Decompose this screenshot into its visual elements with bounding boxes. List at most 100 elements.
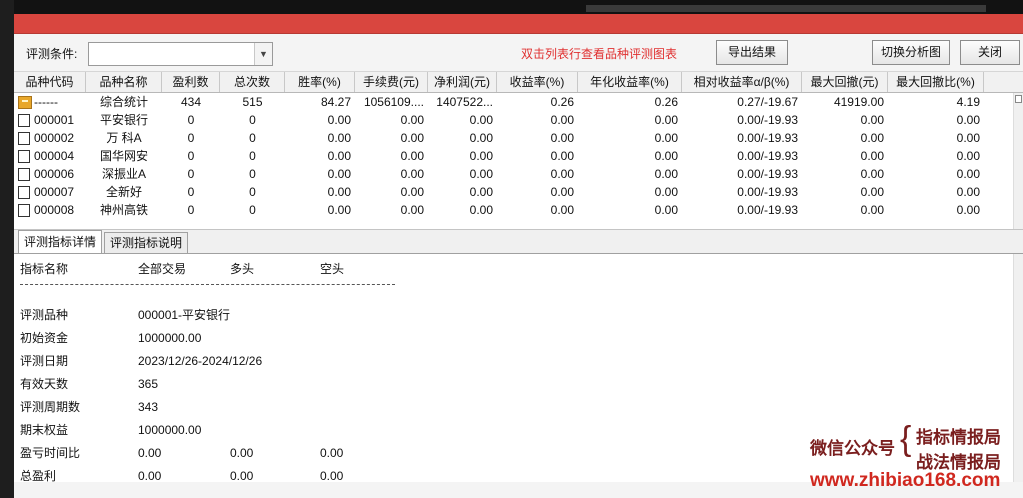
table-row[interactable]: 000008 神州高铁 0 0 0.00 0.00 0.00 0.00 0.00 0.00/-19… (14, 201, 1023, 219)
stock-code-cell: 000008 (14, 201, 86, 219)
column-header[interactable]: 相对收益率α/β(%) (682, 72, 802, 92)
detail-label: 盈亏时间比 (20, 446, 81, 460)
table-cell-net: 0.00 (469, 185, 493, 199)
document-icon (18, 185, 30, 199)
table-row[interactable]: 000004 国华网安 0 0 0.00 0.00 0.00 0.00 0.00 0.00/-19… (14, 147, 1023, 165)
table-row[interactable]: 000007 全新好 0 0 0.00 0.00 0.00 0.00 0.00 0.00/-19.… (14, 183, 1023, 201)
table-cell-win: 434 (180, 95, 202, 109)
column-header[interactable]: 最大回撤(元) (802, 72, 888, 92)
detail-label: 评测品种 (20, 308, 69, 322)
document-icon (18, 203, 30, 217)
table-cell-rel: 0.00/-19.93 (737, 167, 798, 181)
column-header[interactable]: 年化收益率(%) (578, 72, 682, 92)
watermark-url: www.zhibiao168.com (810, 470, 1001, 491)
table-cell-rel: 0.27/-19.67 (737, 95, 798, 109)
table-cell-total: 0 (249, 185, 256, 199)
left-dark-edge (0, 0, 14, 498)
detail-label: 总盈利 (20, 469, 57, 482)
table-cell-ret: 0.00 (550, 113, 574, 127)
column-header[interactable]: 净利润(元) (428, 72, 497, 92)
detail-value: 1000000.00 (138, 331, 202, 345)
table-cell-ddr: 0.00 (956, 149, 980, 163)
table-cell-rate: 84.27 (320, 95, 351, 109)
table-cell-rate: 0.00 (327, 113, 351, 127)
toolbar: 评测条件: ▼ 双击列表行查看品种评测图表 导出结果 切换分析图 关闭 (14, 34, 1023, 72)
table-cell-annual: 0.00 (654, 167, 678, 181)
table-cell-net: 0.00 (469, 167, 493, 181)
table-cell-total: 0 (249, 149, 256, 163)
column-header[interactable]: 总次数 (220, 72, 285, 92)
table-cell-win: 0 (187, 167, 195, 181)
tab-indicator-notes[interactable]: 评测指标说明 (104, 232, 189, 253)
table-cell-fee: 0.00 (400, 149, 424, 163)
stock-code-cell: 000001 (14, 111, 86, 129)
detail-value: 2023/12/26-2024/12/26 (138, 354, 263, 368)
table-cell-annual: 0.00 (654, 131, 678, 145)
table-cell-total: 0 (249, 167, 256, 181)
table-cell-fee: 0.00 (400, 131, 424, 145)
column-header[interactable]: 品种代码 (14, 72, 86, 92)
table-row[interactable]: 000006 深振业A 0 0 0.00 0.00 0.00 0.00 0.00 0.00/-19… (14, 165, 1023, 183)
table-cell-total: 0 (249, 203, 256, 217)
table-cell-name: 平安银行 (99, 113, 148, 127)
stock-code-cell: 000006 (14, 165, 86, 183)
tab-indicator-details[interactable]: 评测指标详情 (18, 230, 103, 253)
background-bar (586, 5, 986, 12)
table-cell-rel: 0.00/-19.93 (737, 203, 798, 217)
top-dark-strip (0, 0, 1023, 14)
detail-value: 0.00 (320, 446, 344, 460)
column-header[interactable]: 胜率(%) (285, 72, 355, 92)
table-cell-ddr: 4.19 (956, 95, 980, 109)
table-cell-rate: 0.00 (327, 131, 351, 145)
close-button[interactable]: 关闭 (960, 40, 1020, 65)
table-cell-dd: 0.00 (860, 185, 884, 199)
table-cell-total: 0 (249, 131, 256, 145)
results-table: 品种代码 品种名称 盈利数 总次数 胜率(%) 手续费(元) 净利润(元) 收益率(%) 年化收… (14, 72, 1023, 230)
scroll-thumb[interactable] (1015, 95, 1022, 103)
watermark-wechat: 微信公众号 (810, 439, 895, 458)
table-scrollbar[interactable] (1013, 93, 1023, 229)
condition-select[interactable]: ▼ (88, 42, 273, 66)
table-body: ------ 综合统计 434 515 84.27 1056109.... 1407522.… (14, 93, 1023, 219)
table-cell-ret: 0.26 (550, 95, 574, 109)
detail-value: 空头 (320, 262, 345, 276)
table-cell-name: 神州高铁 (99, 203, 148, 217)
table-cell-rel: 0.00/-19.93 (737, 149, 798, 163)
detail-tabs: 评测指标详情 评测指标说明 (14, 230, 1023, 254)
table-cell-annual: 0.00 (654, 113, 678, 127)
table-cell-fee: 1056109.... (363, 95, 424, 109)
detail-value: 0.00 (138, 446, 162, 460)
export-button[interactable]: 导出结果 (716, 40, 788, 65)
switch-chart-button[interactable]: 切换分析图 (872, 40, 950, 65)
stock-code-cell: ------ (14, 93, 86, 111)
column-header[interactable]: 最大回撤比(%) (888, 72, 984, 92)
table-cell-ret: 0.00 (550, 167, 574, 181)
table-row[interactable]: 000002 万 科A 0 0 0.00 0.00 0.00 0.00 0.00 0.00/-19… (14, 129, 1023, 147)
column-header[interactable]: 品种名称 (86, 72, 162, 92)
detail-value: 全部交易 (138, 262, 187, 276)
table-cell-ret: 0.00 (550, 131, 574, 145)
table-cell-net: 0.00 (469, 149, 493, 163)
detail-scrollbar[interactable] (1013, 254, 1023, 482)
stock-code: ------ (34, 95, 58, 109)
brace-icon: { (900, 420, 912, 458)
table-row[interactable]: 000001 平安银行 0 0 0.00 0.00 0.00 0.00 0.00 0.00/-19… (14, 111, 1023, 129)
table-cell-win: 0 (187, 131, 195, 145)
table-cell-dd: 0.00 (860, 113, 884, 127)
column-header[interactable]: 手续费(元) (355, 72, 428, 92)
table-cell-ret: 0.00 (550, 203, 574, 217)
detail-value: 000001-平安银行 (138, 308, 231, 322)
stock-code: 000001 (34, 113, 75, 127)
table-cell-fee: 0.00 (400, 113, 424, 127)
table-row[interactable]: ------ 综合统计 434 515 84.27 1056109.... 1407522.… (14, 93, 1023, 111)
column-header[interactable]: 盈利数 (162, 72, 220, 92)
table-cell-win: 0 (187, 113, 195, 127)
column-header[interactable]: 收益率(%) (497, 72, 578, 92)
table-cell-win: 0 (187, 149, 195, 163)
watermark-line1: 指标情报局 (916, 428, 1001, 447)
title-bar[interactable] (14, 14, 1023, 34)
chevron-down-icon[interactable]: ▼ (254, 43, 272, 65)
table-cell-rel: 0.00/-19.93 (737, 185, 798, 199)
hint-text: 双击列表行查看品种评测图表 (521, 47, 678, 61)
table-cell-ddr: 0.00 (956, 113, 980, 127)
